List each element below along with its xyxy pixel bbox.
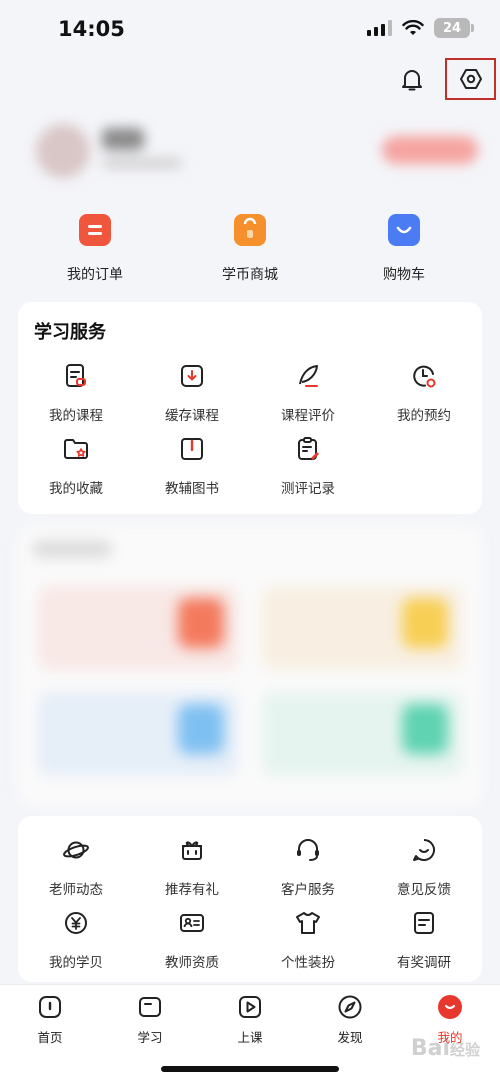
quick-link-mall[interactable]: 学币商城	[195, 210, 305, 284]
study-service-card: 学习服务 我的课程 缓存课程 课程评价 我的预约 我的收藏 教辅图书 测评记录	[18, 302, 482, 514]
cart-icon	[388, 214, 420, 246]
mall-bag-icon	[234, 214, 266, 246]
service-my-favorites[interactable]: 我的收藏	[18, 435, 134, 497]
coin-icon	[65, 912, 87, 934]
service-teacher-updates[interactable]: 老师动态	[18, 836, 134, 898]
battery-indicator: 24	[434, 18, 474, 38]
tshirt-icon	[296, 912, 320, 934]
bell-icon	[402, 70, 422, 91]
quick-link-orders[interactable]: 我的订单	[40, 210, 150, 284]
order-icon	[79, 214, 111, 246]
profile-name-blurred	[102, 128, 144, 150]
chat-smile-icon	[413, 839, 435, 861]
study-icon	[139, 997, 161, 1017]
avatar[interactable]	[36, 124, 90, 178]
service-teacher-credentials[interactable]: 教师资质	[134, 909, 250, 971]
headset-icon	[297, 839, 319, 861]
tab-class[interactable]: 上课	[200, 993, 300, 1046]
service-cached-courses[interactable]: 缓存课程	[134, 362, 250, 424]
id-card-icon	[180, 914, 204, 932]
status-icons: 24	[367, 18, 474, 38]
quick-links: 我的订单 学币商城 购物车	[0, 210, 500, 290]
service-tutoring-books[interactable]: 教辅图书	[134, 435, 250, 497]
service-personal-dress-up[interactable]: 个性装扮	[250, 909, 366, 971]
service-rewarded-survey[interactable]: 有奖调研	[366, 909, 482, 971]
service-referral-rewards[interactable]: 推荐有礼	[134, 836, 250, 898]
home-indicator	[161, 1066, 339, 1072]
blurred-promo-section	[18, 526, 482, 806]
survey-icon	[414, 912, 434, 934]
play-icon	[239, 996, 261, 1018]
compass-icon	[338, 995, 362, 1019]
study-service-title: 学习服务	[34, 322, 106, 343]
gift-icon	[182, 841, 202, 860]
folder-star-icon	[64, 439, 88, 459]
profile-header[interactable]	[30, 118, 480, 190]
profile-badge-blurred[interactable]	[382, 136, 478, 164]
service-customer-service[interactable]: 客户服务	[250, 836, 366, 898]
status-time: 14:05	[58, 17, 125, 41]
feather-icon	[299, 365, 318, 387]
service-feedback[interactable]: 意见反馈	[366, 836, 482, 898]
profile-icon	[438, 995, 462, 1019]
service-course-review[interactable]: 课程评价	[250, 362, 366, 424]
quick-link-cart[interactable]: 购物车	[349, 210, 459, 284]
tab-discover[interactable]: 发现	[300, 993, 400, 1046]
service-assessment-records[interactable]: 测评记录	[250, 435, 366, 497]
tab-study[interactable]: 学习	[100, 993, 200, 1046]
tab-home[interactable]: 首页	[0, 993, 100, 1046]
service-my-appointments[interactable]: 我的预约	[366, 362, 482, 424]
service-my-coins[interactable]: 我的学贝	[18, 909, 134, 971]
settings-button[interactable]	[445, 58, 496, 100]
download-icon	[181, 365, 203, 387]
signal-icon	[367, 20, 392, 36]
service-my-courses[interactable]: 我的课程	[18, 362, 134, 424]
notification-bell-button[interactable]	[396, 64, 428, 96]
settings-hexagon-icon	[459, 69, 482, 89]
profile-subtitle-blurred	[102, 158, 182, 168]
course-icon	[66, 364, 86, 387]
baidu-watermark: Bai经验	[410, 1036, 480, 1061]
clock-icon	[413, 365, 436, 388]
planet-icon	[63, 841, 89, 859]
status-bar: 14:05 24	[0, 0, 500, 58]
book-icon	[181, 438, 203, 460]
clipboard-icon	[298, 437, 319, 460]
more-services-card: 老师动态 推荐有礼 客户服务 意见反馈 我的学贝 教师资质 个性装扮 有奖调研	[18, 816, 482, 982]
home-icon	[39, 996, 61, 1018]
wifi-icon	[402, 20, 424, 35]
